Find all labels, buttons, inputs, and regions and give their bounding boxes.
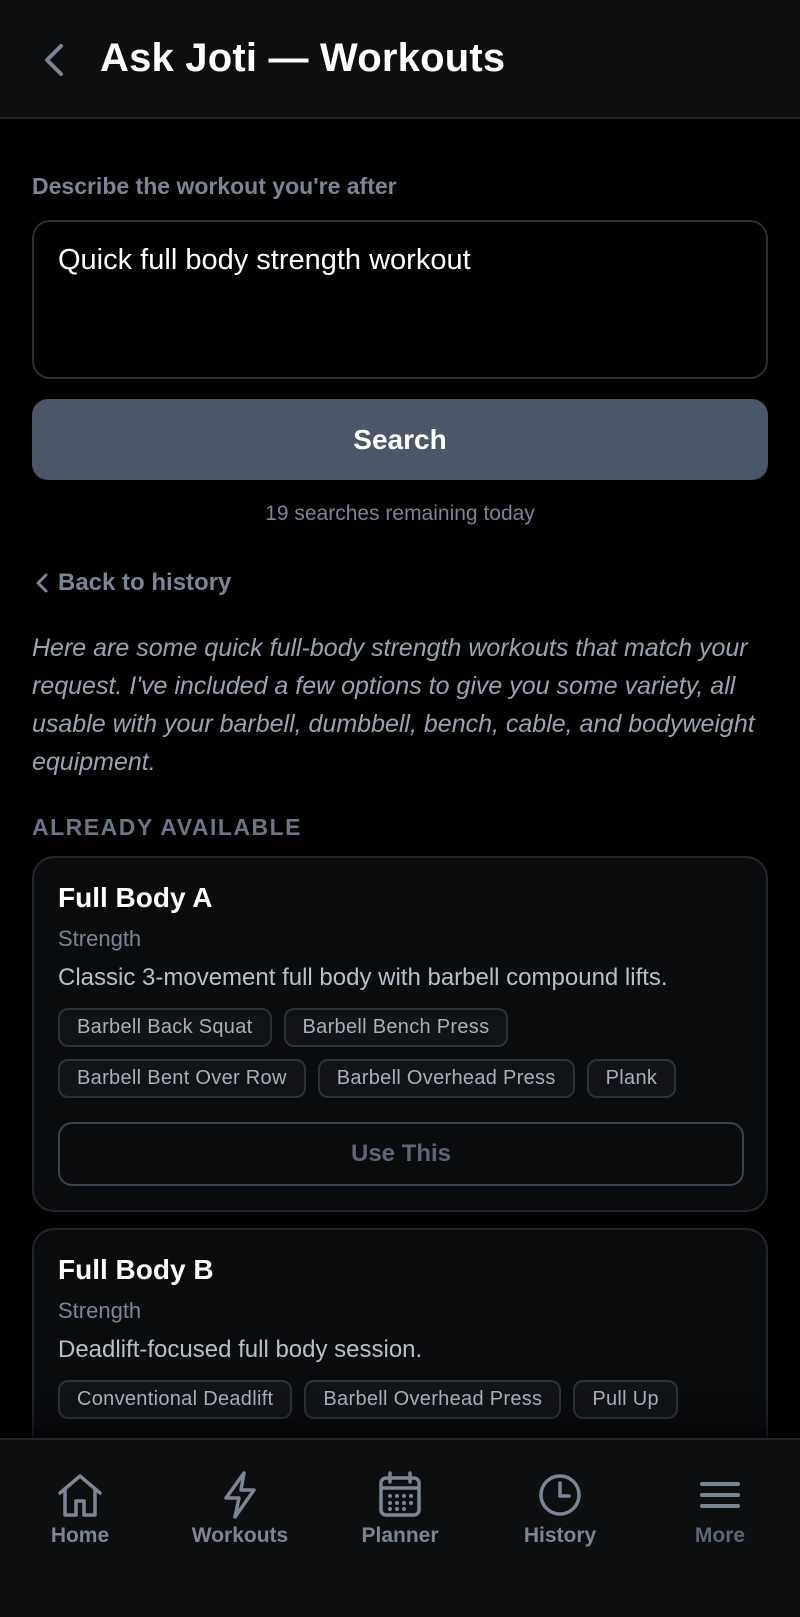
exercise-tag: Barbell Bent Over Row: [58, 1059, 306, 1098]
tab-planner[interactable]: Planner: [335, 1470, 465, 1560]
calendar-icon: [379, 1471, 421, 1517]
workout-description: Deadlift-focused full body session.: [58, 1336, 423, 1363]
back-to-history-link[interactable]: Back to history: [32, 566, 231, 600]
page-title: Ask Joti — Workouts: [100, 36, 506, 80]
tab-home[interactable]: Home: [15, 1470, 145, 1560]
chevron-left-icon: [36, 573, 48, 593]
ai-intro-text: Here are some quick full-body strength w…: [32, 634, 755, 776]
tab-workouts[interactable]: Workouts: [175, 1470, 305, 1560]
tab-label: Planner: [361, 1524, 439, 1547]
workout-card: Full Body A Strength Classic 3-movement …: [32, 856, 768, 1212]
exercise-tag: Barbell Overhead Press: [317, 1059, 575, 1098]
query-label: Describe the workout you're after: [32, 173, 397, 199]
tab-history[interactable]: History: [495, 1470, 625, 1560]
tab-more[interactable]: More: [655, 1470, 785, 1560]
back-button[interactable]: [36, 38, 72, 82]
tab-label: History: [523, 1524, 597, 1547]
clock-icon: [539, 1474, 581, 1516]
menu-icon: [700, 1482, 740, 1508]
workout-category: Strength: [58, 1298, 142, 1323]
workout-title: Full Body A: [58, 882, 213, 913]
search-button[interactable]: Search: [32, 399, 768, 480]
workout-description: Classic 3-movement full body with barbel…: [58, 964, 668, 991]
exercise-tag: Barbell Overhead Press: [304, 1380, 562, 1419]
bottom-tab-bar: Home Workouts Planner History More: [0, 1438, 800, 1617]
workout-category: Strength: [58, 926, 142, 951]
query-input[interactable]: Quick full body strength workout: [32, 220, 768, 379]
exercise-tag: Barbell Bench Press: [283, 1008, 509, 1047]
exercise-tags: Barbell Back Squat Barbell Bench Press B…: [58, 1008, 746, 1098]
workout-title: Full Body B: [58, 1254, 214, 1285]
tab-label: Workouts: [191, 1524, 289, 1547]
back-to-history-label: Back to history: [58, 569, 232, 596]
exercise-tag: Barbell Back Squat: [58, 1008, 272, 1047]
exercise-tag: Pull Up: [573, 1380, 678, 1419]
tab-label: More: [694, 1524, 746, 1547]
chevron-left-icon: [45, 44, 63, 76]
app-header: Ask Joti — Workouts: [0, 0, 800, 119]
exercise-tags: Conventional Deadlift Barbell Overhead P…: [58, 1380, 746, 1419]
lightning-icon: [224, 1471, 256, 1519]
tab-label: Home: [50, 1524, 110, 1547]
use-this-button[interactable]: Use This: [58, 1122, 744, 1186]
exercise-tag: Conventional Deadlift: [58, 1380, 293, 1419]
home-icon: [58, 1474, 102, 1517]
searches-remaining: 19 searches remaining today: [265, 502, 535, 525]
section-label: ALREADY AVAILABLE: [32, 814, 302, 840]
exercise-tag: Plank: [586, 1059, 677, 1098]
